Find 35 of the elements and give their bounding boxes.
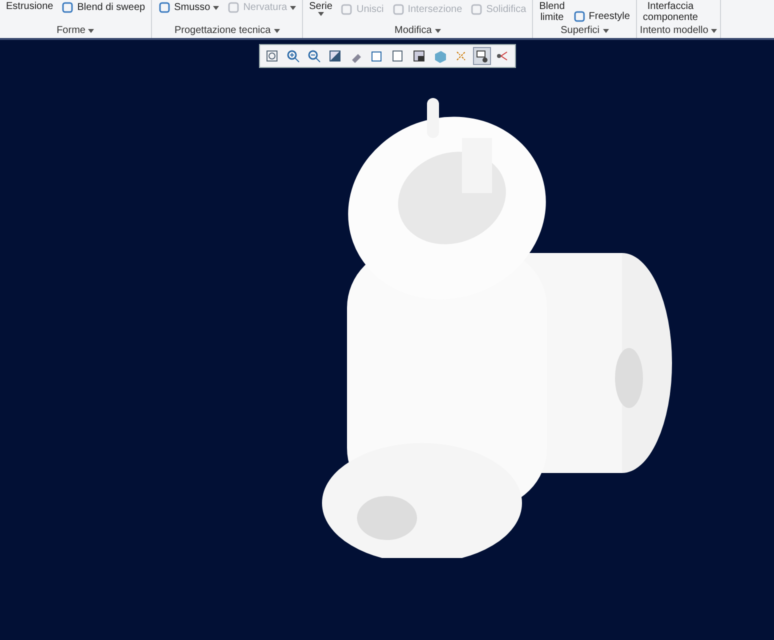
command-button[interactable]: Estrusione <box>4 1 56 12</box>
command-button[interactable]: Serie <box>307 1 334 16</box>
tool-icon <box>410 48 426 64</box>
group-label[interactable]: Progettazione tecnica <box>155 23 300 38</box>
caret-icon <box>318 12 324 16</box>
tool-icon <box>474 48 490 64</box>
group-label[interactable]: Forme <box>3 23 148 38</box>
group-label[interactable]: Superfici <box>536 23 633 38</box>
feature-icon <box>340 3 354 16</box>
feature-icon <box>227 1 240 14</box>
caret-icon <box>434 28 441 32</box>
caret-icon <box>274 28 280 32</box>
caret-icon <box>88 28 94 32</box>
feature-icon <box>392 3 405 16</box>
caret-icon <box>602 28 609 32</box>
command-button[interactable]: Smusso <box>156 1 222 14</box>
tool-icon <box>306 48 322 64</box>
command-button[interactable]: Blend di sweep <box>59 1 148 14</box>
feature-icon <box>61 1 74 14</box>
command-button[interactable]: Interfaccia componente <box>640 1 700 23</box>
view-tool-button[interactable] <box>472 47 490 65</box>
command-button[interactable]: Freestyle <box>570 10 632 23</box>
tool-icon <box>390 48 406 64</box>
caret-icon <box>290 6 296 10</box>
tool-icon <box>326 48 342 64</box>
command-button[interactable]: Blend limite <box>537 1 567 23</box>
feature-icon <box>158 1 172 14</box>
tool-icon <box>284 48 300 64</box>
tool-icon <box>264 48 280 64</box>
group-label[interactable]: Intento modello <box>640 23 718 38</box>
caret-icon <box>711 28 718 32</box>
group-label[interactable]: Modifica <box>306 23 530 38</box>
feature-icon <box>470 3 484 16</box>
caret-icon <box>213 6 220 10</box>
feature-icon <box>572 10 586 23</box>
